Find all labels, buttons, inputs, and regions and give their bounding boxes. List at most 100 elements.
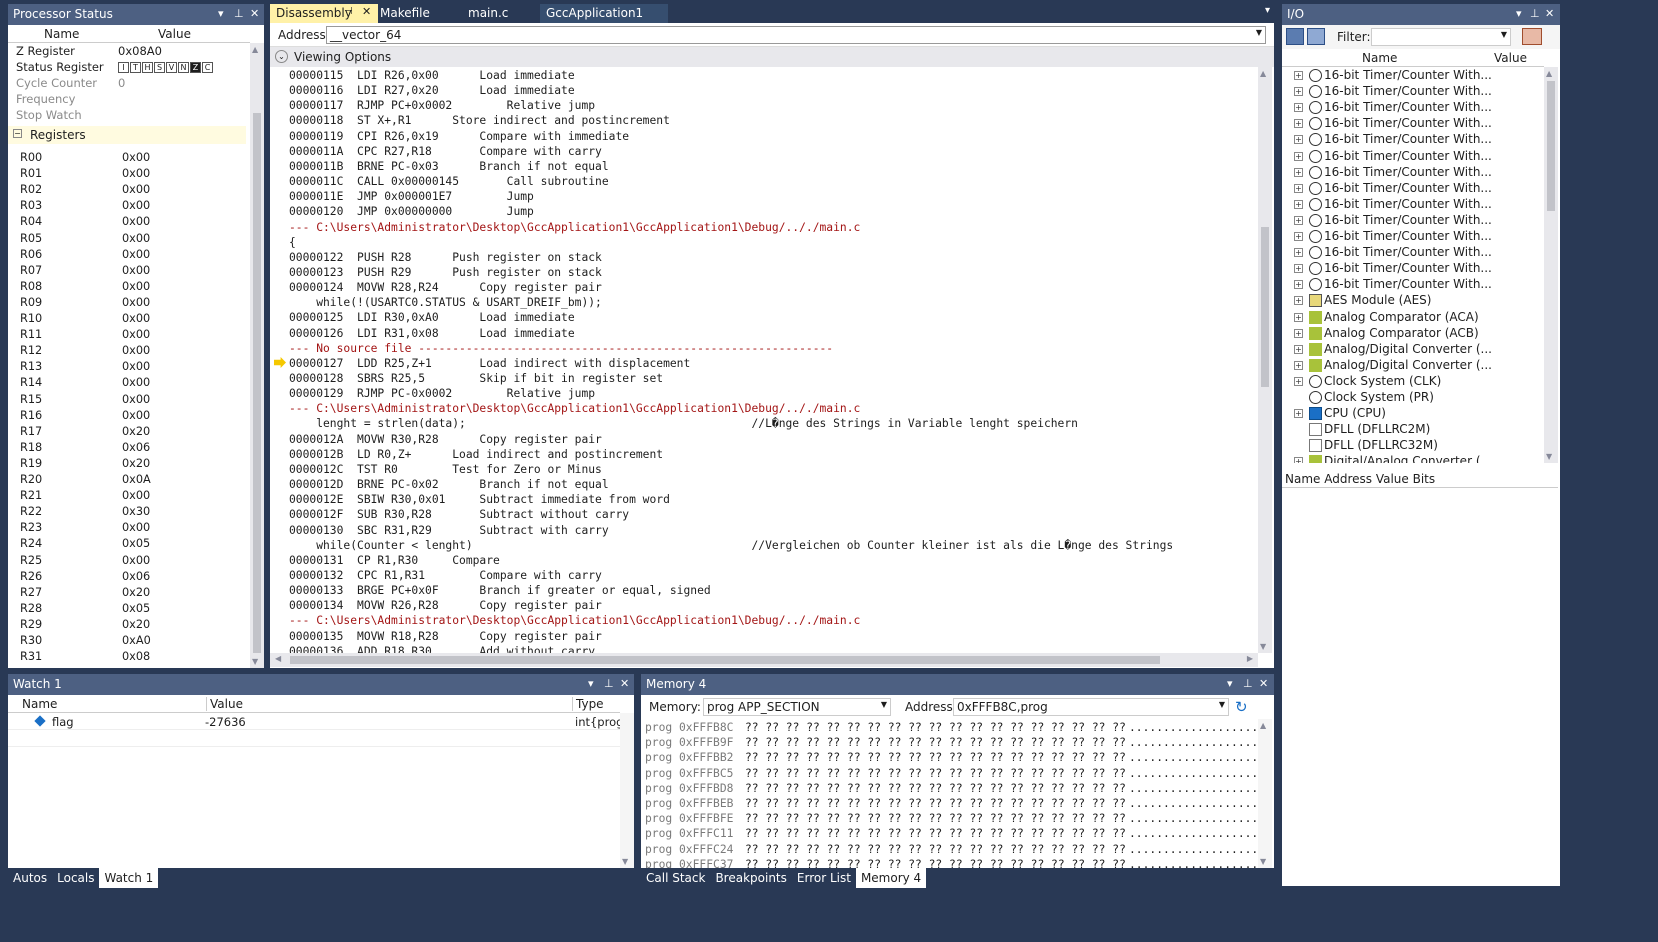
memory-ascii[interactable]: ................... <box>1129 858 1258 868</box>
memory-ascii[interactable]: ................... <box>1129 812 1258 825</box>
source-file-line[interactable]: --- C:\Users\Administrator\Desktop\GccAp… <box>289 221 860 236</box>
register-value[interactable]: 0x00 <box>122 328 150 341</box>
expand-icon[interactable]: + <box>1294 248 1303 258</box>
tab-locals[interactable]: Locals <box>52 868 99 888</box>
collapse-icon[interactable]: − <box>13 129 22 138</box>
io-col-value[interactable]: Value <box>1494 51 1527 65</box>
status-flag-c[interactable]: C <box>202 62 213 73</box>
disassembly-line[interactable]: while(!(USARTC0.STATUS & USART_DREIF_bm)… <box>289 296 602 311</box>
status-flag-s[interactable]: S <box>154 62 165 73</box>
disassembly-line[interactable]: 00000132 CPC R1,R31 Compare with carry <box>289 569 602 584</box>
register-value[interactable]: 0x00 <box>122 312 150 325</box>
edit-icon[interactable] <box>1522 28 1542 45</box>
disassembly-line[interactable]: 0000011A CPC R27,R18 Compare with carry <box>289 145 602 160</box>
memory-ascii[interactable]: ................... <box>1129 797 1258 810</box>
source-file-line[interactable]: --- C:\Users\Administrator\Desktop\GccAp… <box>289 614 860 629</box>
register-value[interactable]: 0x0A <box>122 473 151 486</box>
memory-ascii[interactable]: ................... <box>1129 736 1258 749</box>
disassembly-line[interactable]: 0000012C TST R0 Test for Zero or Minus <box>289 463 602 478</box>
disassembly-line[interactable]: 00000129 RJMP PC-0x0002 Relative jump <box>289 387 595 402</box>
expand-icon[interactable]: + <box>1294 376 1303 386</box>
register-value[interactable]: 0x20 <box>122 586 150 599</box>
expand-icon[interactable]: + <box>1294 280 1303 290</box>
disassembly-line[interactable]: 00000115 LDI R26,0x00 Load immediate <box>289 69 575 84</box>
disassembly-line[interactable]: 00000136 ADD R18,R30 Add without carry <box>289 645 595 653</box>
register-value[interactable]: 0x00 <box>122 393 150 406</box>
expand-icon[interactable]: + <box>1294 135 1303 145</box>
memory-bytes[interactable]: ?? ?? ?? ?? ?? ?? ?? ?? ?? ?? ?? ?? ?? ?… <box>745 782 1126 795</box>
disassembly-line[interactable]: 00000127 LDD R25,Z+1 Load indirect with … <box>289 357 690 372</box>
watch-scrollbar[interactable]: ▼ <box>620 713 634 868</box>
status-flag-i[interactable]: I <box>118 62 129 73</box>
tab-gccapplication1[interactable]: GccApplication1 <box>540 4 668 23</box>
memory-scrollbar[interactable]: ▲ ▼ <box>1258 719 1272 868</box>
close-icon[interactable]: ✕ <box>362 5 371 18</box>
expand-icon[interactable]: + <box>1294 183 1303 193</box>
register-value[interactable]: 0x00 <box>122 232 150 245</box>
disassembly-hscroll[interactable]: ◀ ▶ <box>270 653 1258 667</box>
register-value[interactable]: 0x20 <box>122 457 150 470</box>
io-scrollbar[interactable]: ▲ ▼ <box>1544 67 1558 463</box>
disassembly-line[interactable]: { <box>289 236 296 251</box>
register-value[interactable]: 0x00 <box>122 489 150 502</box>
dropdown-icon[interactable]: ▾ <box>1227 677 1233 690</box>
register-value[interactable]: 0x20 <box>122 618 150 631</box>
disassembly-vscroll[interactable]: ▲ ▼ <box>1258 67 1272 653</box>
disassembly-line[interactable]: 00000128 SBRS R25,5 Skip if bit in regis… <box>289 372 663 387</box>
disassembly-code[interactable]: 00000115 LDI R26,0x00 Load immediate 0000… <box>270 67 1258 653</box>
disassembly-line[interactable]: 00000116 LDI R27,0x20 Load immediate <box>289 84 575 99</box>
disassembly-line[interactable]: 00000135 MOVW R18,R28 Copy register pair <box>289 630 602 645</box>
tab-disassembly[interactable]: Disassembly ⊣ ✕ <box>270 4 378 23</box>
register-value[interactable]: 0x00 <box>122 344 150 357</box>
register-value[interactable]: 0x06 <box>122 441 150 454</box>
expand-icon[interactable]: + <box>1294 409 1303 419</box>
register-value[interactable]: 0x00 <box>122 199 150 212</box>
register-value[interactable]: 0x00 <box>122 280 150 293</box>
memory-bytes[interactable]: ?? ?? ?? ?? ?? ?? ?? ?? ?? ?? ?? ?? ?? ?… <box>745 827 1126 840</box>
disassembly-line[interactable]: 0000012B LD R0,Z+ Load indirect and post… <box>289 448 663 463</box>
memory-ascii[interactable]: ................... <box>1129 827 1258 840</box>
disassembly-line[interactable]: 00000124 MOVW R28,R24 Copy register pair <box>289 281 602 296</box>
expand-icon[interactable]: + <box>1294 296 1303 306</box>
io-tree[interactable]: +16-bit Timer/Counter With... +16-bit Tim… <box>1282 67 1544 463</box>
memory-bytes[interactable]: ?? ?? ?? ?? ?? ?? ?? ?? ?? ?? ?? ?? ?? ?… <box>745 812 1126 825</box>
expand-icon[interactable]: + <box>1294 232 1303 241</box>
disassembly-line[interactable]: 0000011C CALL 0x00000145 Call subroutine <box>289 175 609 190</box>
tab-overflow-icon[interactable]: ▾ <box>1265 5 1270 16</box>
watch-var-value[interactable]: -27636 <box>205 715 246 729</box>
register-value[interactable]: 0x30 <box>122 505 150 518</box>
tab-error-list[interactable]: Error List <box>792 868 856 888</box>
pin-icon[interactable]: ⊥ <box>1243 677 1253 690</box>
close-icon[interactable]: ✕ <box>1259 677 1268 690</box>
memory-ascii[interactable]: ................... <box>1129 751 1258 764</box>
viewing-options-bar[interactable]: ⌄ Viewing Options <box>270 47 1274 67</box>
register-value[interactable]: 0x08 <box>122 650 150 663</box>
disassembly-line[interactable]: 00000120 JMP 0x00000000 Jump <box>289 205 534 220</box>
register-value[interactable]: 0x00 <box>122 409 150 422</box>
register-value[interactable]: 0x00 <box>122 554 150 567</box>
tab-breakpoints[interactable]: Breakpoints <box>710 868 791 888</box>
processor-scrollbar[interactable]: ▲ ▼ <box>250 43 264 668</box>
view-mode-2-icon[interactable] <box>1307 28 1325 45</box>
disassembly-line[interactable]: 00000122 PUSH R28 Push register on stack <box>289 251 602 266</box>
expand-icon[interactable]: + <box>1294 360 1303 370</box>
register-value[interactable]: 0x05 <box>122 537 150 550</box>
pin-icon[interactable]: ⊥ <box>234 7 244 20</box>
tab-makefile[interactable]: Makefile <box>374 4 436 23</box>
memory-bytes[interactable]: ?? ?? ?? ?? ?? ?? ?? ?? ?? ?? ?? ?? ?? ?… <box>745 751 1126 764</box>
register-value[interactable]: 0x00 <box>122 521 150 534</box>
status-flag-v[interactable]: V <box>166 62 177 73</box>
register-value[interactable]: 0x00 <box>122 215 150 228</box>
refresh-icon[interactable]: ↻ <box>1235 698 1248 716</box>
status-flag-n[interactable]: N <box>178 62 189 73</box>
status-flag-t[interactable]: T <box>130 62 141 73</box>
memory-bytes[interactable]: ?? ?? ?? ?? ?? ?? ?? ?? ?? ?? ?? ?? ?? ?… <box>745 721 1126 734</box>
expand-icon[interactable]: + <box>1294 87 1303 97</box>
expand-icon[interactable]: + <box>1294 167 1303 177</box>
memory-bytes[interactable]: ?? ?? ?? ?? ?? ?? ?? ?? ?? ?? ?? ?? ?? ?… <box>745 843 1126 856</box>
memory-ascii[interactable]: ................... <box>1129 767 1258 780</box>
disassembly-line[interactable]: while(Counter < lenght) //Vergleichen ob… <box>289 539 1173 554</box>
memory-address-combo[interactable]: 0xFFFB8C,prog ▼ <box>953 698 1229 716</box>
source-file-line[interactable]: --- No source file ---------------------… <box>289 342 833 357</box>
expand-icon[interactable]: + <box>1294 119 1303 129</box>
